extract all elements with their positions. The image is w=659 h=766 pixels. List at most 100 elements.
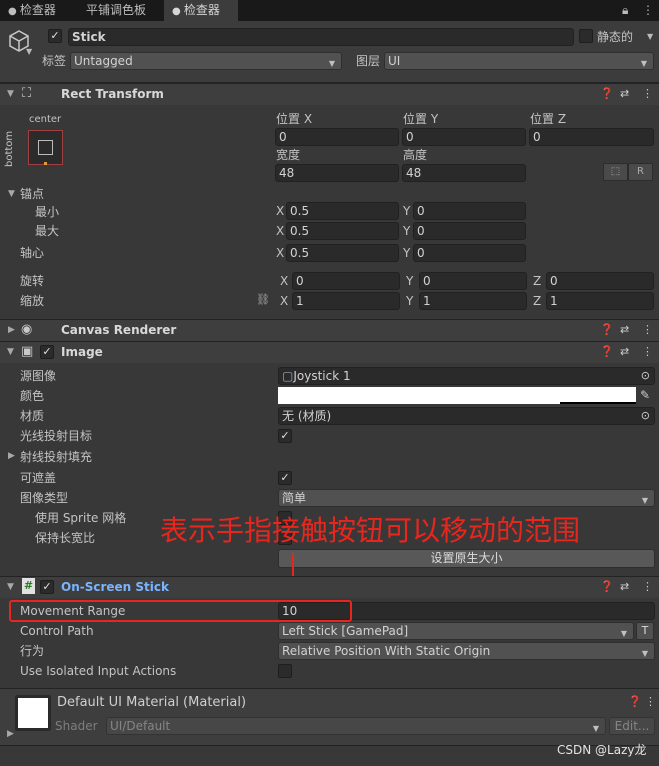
- eye-icon: ◉: [21, 322, 33, 337]
- image-header[interactable]: ▼ ▣ ✓ Image ❓ ⇄ ⋮: [0, 341, 659, 363]
- component-menu-icon[interactable]: ⋮: [642, 345, 653, 358]
- layer-label: 图层: [356, 54, 381, 68]
- tag-value: Untagged: [74, 54, 133, 68]
- expand-arrow-icon[interactable]: ▼: [7, 347, 14, 357]
- behavior-dropdown[interactable]: Relative Position With Static Origin ▼: [278, 642, 655, 660]
- rotation-x-field[interactable]: 0: [292, 272, 400, 290]
- anchor-max-y-field[interactable]: 0: [413, 222, 526, 240]
- raw-edit-button[interactable]: R: [628, 163, 653, 181]
- axis-y-label: Y: [403, 246, 411, 260]
- object-picker-icon[interactable]: ⊙: [641, 368, 650, 384]
- preset-icon[interactable]: ⇄: [620, 87, 629, 100]
- help-icon[interactable]: ❓: [600, 580, 614, 593]
- component-menu-icon[interactable]: ⋮: [642, 87, 653, 100]
- source-image-field[interactable]: ▢Joystick 1 ⊙: [278, 367, 655, 385]
- static-checkbox[interactable]: [579, 29, 593, 43]
- component-menu-icon[interactable]: ⋮: [642, 580, 653, 593]
- pivot-x-field[interactable]: 0.5: [286, 244, 399, 262]
- scale-x-field[interactable]: 1: [292, 292, 400, 310]
- component-menu-icon[interactable]: ⋮: [642, 323, 653, 336]
- pos-x-field[interactable]: 0: [275, 128, 399, 146]
- shader-value: UI/Default: [110, 719, 171, 733]
- layer-dropdown[interactable]: UI ▼: [384, 52, 654, 70]
- static-dropdown-icon[interactable]: ▼: [647, 32, 653, 41]
- tab-label: 检查器: [19, 3, 56, 17]
- watermark: CSDN @Lazy龙: [557, 743, 647, 757]
- pos-z-field[interactable]: 0: [529, 128, 654, 146]
- expand-arrow-icon[interactable]: ▼: [7, 582, 14, 592]
- tab-inspector-1[interactable]: ● 检查器: [0, 0, 72, 21]
- object-picker-icon[interactable]: ⊙: [641, 408, 650, 424]
- material-value: 无 (材质): [282, 409, 332, 423]
- help-icon[interactable]: ❓: [600, 323, 614, 336]
- source-image-label: 源图像: [20, 369, 57, 383]
- dropdown-arrow-icon[interactable]: ▼: [26, 47, 32, 56]
- tag-dropdown[interactable]: Untagged ▼: [70, 52, 342, 70]
- anchors-expand-icon[interactable]: ▼: [8, 189, 15, 199]
- pivot-y-field[interactable]: 0: [413, 244, 526, 262]
- isolated-input-checkbox[interactable]: [278, 664, 292, 678]
- rotation-z-field[interactable]: 0: [546, 272, 654, 290]
- isolated-input-label: Use Isolated Input Actions: [20, 664, 177, 678]
- canvas-renderer-header[interactable]: ▶ ◉ Canvas Renderer ❓ ⇄ ⋮: [0, 319, 659, 341]
- width-field[interactable]: 48: [275, 164, 399, 182]
- help-icon[interactable]: ❓: [600, 87, 614, 100]
- chevron-down-icon: ▼: [641, 496, 648, 505]
- tab-tile-palette[interactable]: 平铺调色板: [78, 0, 160, 21]
- rect-transform-header[interactable]: ▼ ⛶ Rect Transform ❓ ⇄ ⋮: [0, 83, 659, 105]
- static-label: 静态的: [597, 30, 634, 44]
- more-menu-icon[interactable]: ⋮: [642, 3, 654, 17]
- height-field[interactable]: 48: [402, 164, 526, 182]
- object-name-field[interactable]: Stick: [68, 28, 574, 46]
- expand-arrow-icon[interactable]: ▶: [8, 325, 15, 335]
- blueprint-mode-button[interactable]: ⬚: [603, 163, 628, 181]
- stick-enabled-checkbox[interactable]: ✓: [40, 580, 54, 594]
- raycast-target-checkbox[interactable]: ✓: [278, 429, 292, 443]
- image-enabled-checkbox[interactable]: ✓: [40, 345, 54, 359]
- anchor-presets-button[interactable]: [28, 130, 63, 165]
- material-field[interactable]: 无 (材质) ⊙: [278, 407, 655, 425]
- expand-arrow-icon[interactable]: ▶: [7, 729, 14, 739]
- pos-x-label: 位置 X: [276, 112, 313, 126]
- maskable-checkbox[interactable]: ✓: [278, 471, 292, 485]
- pos-z-label: 位置 Z: [530, 112, 567, 126]
- chevron-down-icon: ▼: [592, 724, 599, 733]
- tab-inspector-2[interactable]: ● 检查器: [164, 0, 238, 21]
- preset-icon[interactable]: ⇄: [620, 580, 629, 593]
- material-label: 材质: [20, 409, 45, 423]
- scale-y-field[interactable]: 1: [419, 292, 527, 310]
- shader-dropdown[interactable]: UI/Default ▼: [106, 717, 606, 735]
- active-checkbox[interactable]: ✓: [48, 29, 62, 43]
- shader-edit-button[interactable]: Edit...: [609, 717, 655, 735]
- tag-label: 标签: [42, 54, 67, 68]
- pos-y-field[interactable]: 0: [402, 128, 526, 146]
- set-native-size-button[interactable]: 设置原生大小: [278, 549, 655, 568]
- preset-icon[interactable]: ⇄: [620, 345, 629, 358]
- anchor-min-x-field[interactable]: 0.5: [286, 202, 399, 220]
- anchor-min-y-field[interactable]: 0: [413, 202, 526, 220]
- expand-arrow-icon[interactable]: ▼: [7, 89, 14, 99]
- image-type-dropdown[interactable]: 简单 ▼: [278, 489, 655, 507]
- lock-icon[interactable]: 🔒︎: [622, 3, 628, 18]
- scale-z-field[interactable]: 1: [546, 292, 654, 310]
- control-path-dropdown[interactable]: Left Stick [GamePad] ▼: [278, 622, 634, 640]
- text-mode-button[interactable]: T: [636, 622, 654, 640]
- constrain-proportions-icon[interactable]: ⛓: [256, 293, 270, 306]
- axis-z-label: Z: [533, 274, 542, 288]
- preset-icon[interactable]: ⇄: [620, 323, 629, 336]
- component-menu-icon[interactable]: ⋮: [645, 695, 656, 708]
- rotation-y-field[interactable]: 0: [419, 272, 527, 290]
- axis-z-label: Z: [533, 294, 542, 308]
- shader-label: Shader: [55, 719, 98, 733]
- anchor-max-x-field[interactable]: 0.5: [286, 222, 399, 240]
- color-swatch[interactable]: [278, 387, 636, 404]
- eyedropper-icon[interactable]: ✎: [640, 388, 650, 402]
- help-icon[interactable]: ❓: [628, 695, 642, 708]
- chevron-down-icon: ▼: [328, 59, 335, 68]
- image-type-label: 图像类型: [20, 491, 69, 505]
- raycast-padding-expand-icon[interactable]: ▶: [8, 451, 15, 461]
- help-icon[interactable]: ❓: [600, 345, 614, 358]
- annotation-text: 表示手指接触按钮可以移动的范围: [160, 514, 581, 547]
- axis-y-label: Y: [406, 294, 414, 308]
- on-screen-stick-header[interactable]: ▼ # ✓ On-Screen Stick ❓ ⇄ ⋮: [0, 576, 659, 598]
